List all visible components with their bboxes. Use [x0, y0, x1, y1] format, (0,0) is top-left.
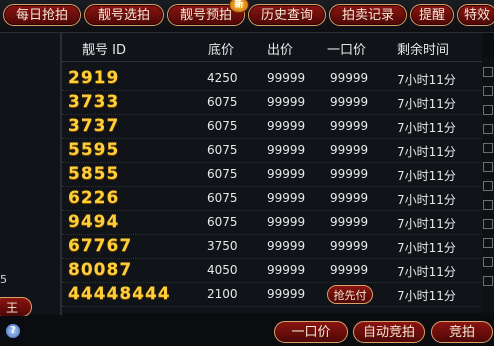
- remaining-time: 7小时11分: [397, 121, 456, 135]
- remaining-time: 7小时11分: [397, 145, 456, 159]
- remaining-time: 7小时11分: [397, 169, 456, 183]
- left-panel: 5 王: [0, 33, 62, 317]
- table-row[interactable]: 44448444 2100 99999 抢先付 7小时11分: [62, 283, 482, 307]
- table-row[interactable]: 67767 3750 99999 99999 7小时11分: [62, 235, 482, 259]
- buyout-price: 99999: [330, 95, 369, 109]
- table-row[interactable]: 3733 6075 99999 99999 7小时11分: [62, 91, 482, 115]
- table-row[interactable]: 9494 6075 99999 99999 7小时11分: [62, 211, 482, 235]
- column-header-buyout: 一口价: [327, 43, 367, 58]
- table-row[interactable]: 5595 6075 99999 99999 7小时11分: [62, 139, 482, 163]
- help-icon[interactable]: ?: [6, 324, 20, 338]
- buyout-price: 99999: [330, 71, 369, 85]
- base-price: 4250: [207, 71, 238, 85]
- table-row[interactable]: 5855 6075 99999 99999 7小时11分: [62, 163, 482, 187]
- number-id: 3737: [68, 116, 120, 136]
- buyout-price: 99999: [330, 191, 369, 205]
- buy-first-button[interactable]: 抢先付: [327, 285, 373, 304]
- bottom-bar: ? 一口价 自动竞拍 竞拍: [0, 316, 494, 346]
- base-price: 6075: [207, 143, 238, 157]
- tab-reminder[interactable]: 提醒: [410, 4, 454, 26]
- new-badge: 新: [229, 0, 249, 13]
- number-id: 6226: [68, 188, 120, 208]
- number-id: 5595: [68, 140, 120, 160]
- bid-price: 99999: [267, 71, 306, 85]
- buyout-price: 99999: [330, 167, 369, 181]
- number-id: 2919: [68, 68, 120, 88]
- auto-bid-button[interactable]: 自动竞拍: [353, 321, 425, 343]
- buyout-price: 99999: [330, 239, 369, 253]
- remaining-time: 7小时11分: [397, 217, 456, 231]
- base-price: 6075: [207, 95, 238, 109]
- buyout-price: 99999: [330, 143, 369, 157]
- table-row[interactable]: 6226 6075 99999 99999 7小时11分: [62, 187, 482, 211]
- base-price: 6075: [207, 215, 238, 229]
- bid-price: 99999: [267, 95, 306, 109]
- bid-button[interactable]: 竞拍: [431, 321, 493, 343]
- tab-history-query[interactable]: 历史查询: [248, 4, 326, 26]
- base-price: 3750: [207, 239, 238, 253]
- column-header-base-price: 底价: [208, 43, 235, 58]
- table-row[interactable]: 2919 4250 99999 99999 7小时11分: [62, 67, 482, 91]
- remaining-time: 7小时11分: [397, 289, 456, 303]
- tab-number-select[interactable]: 靓号选拍: [84, 4, 164, 26]
- bid-price: 99999: [267, 215, 306, 229]
- tab-effects[interactable]: 特效: [457, 4, 494, 26]
- buyout-price: 99999: [330, 215, 369, 229]
- buyout-price: 99999: [330, 263, 369, 277]
- tab-daily-auction[interactable]: 每日抢拍: [3, 4, 81, 26]
- remaining-time: 7小时11分: [397, 193, 456, 207]
- number-id: 80087: [68, 260, 133, 280]
- top-tab-bar: 每日抢拍 靓号选拍 靓号预拍 新 历史查询 拍卖记录 提醒 特效: [0, 0, 494, 33]
- table-header: 靓号 ID 底价 出价 一口价 剩余时间: [62, 33, 482, 62]
- base-price: 6075: [207, 191, 238, 205]
- base-price: 2100: [207, 287, 238, 301]
- tab-auction-records[interactable]: 拍卖记录: [329, 4, 407, 26]
- remaining-time: 7小时11分: [397, 97, 456, 111]
- left-panel-number: 5: [0, 273, 7, 286]
- left-panel-button[interactable]: 王: [0, 297, 32, 317]
- number-id: 44448444: [68, 284, 171, 304]
- remaining-time: 7小时11分: [397, 265, 456, 279]
- column-header-bid: 出价: [267, 43, 294, 58]
- number-id: 5855: [68, 164, 120, 184]
- buyout-price: 99999: [330, 119, 369, 133]
- bid-price: 99999: [267, 119, 306, 133]
- bid-price: 99999: [267, 239, 306, 253]
- base-price: 4050: [207, 263, 238, 277]
- bid-price: 99999: [267, 287, 306, 301]
- table-row[interactable]: 3737 6075 99999 99999 7小时11分: [62, 115, 482, 139]
- bid-price: 99999: [267, 191, 306, 205]
- bid-price: 99999: [267, 143, 306, 157]
- base-price: 6075: [207, 167, 238, 181]
- number-id: 3733: [68, 92, 120, 112]
- number-id: 67767: [68, 236, 133, 256]
- remaining-time: 7小时11分: [397, 73, 456, 87]
- table-row[interactable]: 80087 4050 99999 99999 7小时11分: [62, 259, 482, 283]
- column-header-remaining-time: 剩余时间: [397, 43, 450, 58]
- number-id: 9494: [68, 212, 120, 232]
- base-price: 6075: [207, 119, 238, 133]
- bid-price: 99999: [267, 263, 306, 277]
- bid-price: 99999: [267, 167, 306, 181]
- column-header-id: 靓号 ID: [82, 43, 126, 58]
- buyout-button[interactable]: 一口价: [274, 321, 348, 343]
- remaining-time: 7小时11分: [397, 241, 456, 255]
- auction-table: 靓号 ID 底价 出价 一口价 剩余时间 2919 4250 99999 999…: [62, 33, 482, 313]
- side-decoration: [482, 58, 494, 313]
